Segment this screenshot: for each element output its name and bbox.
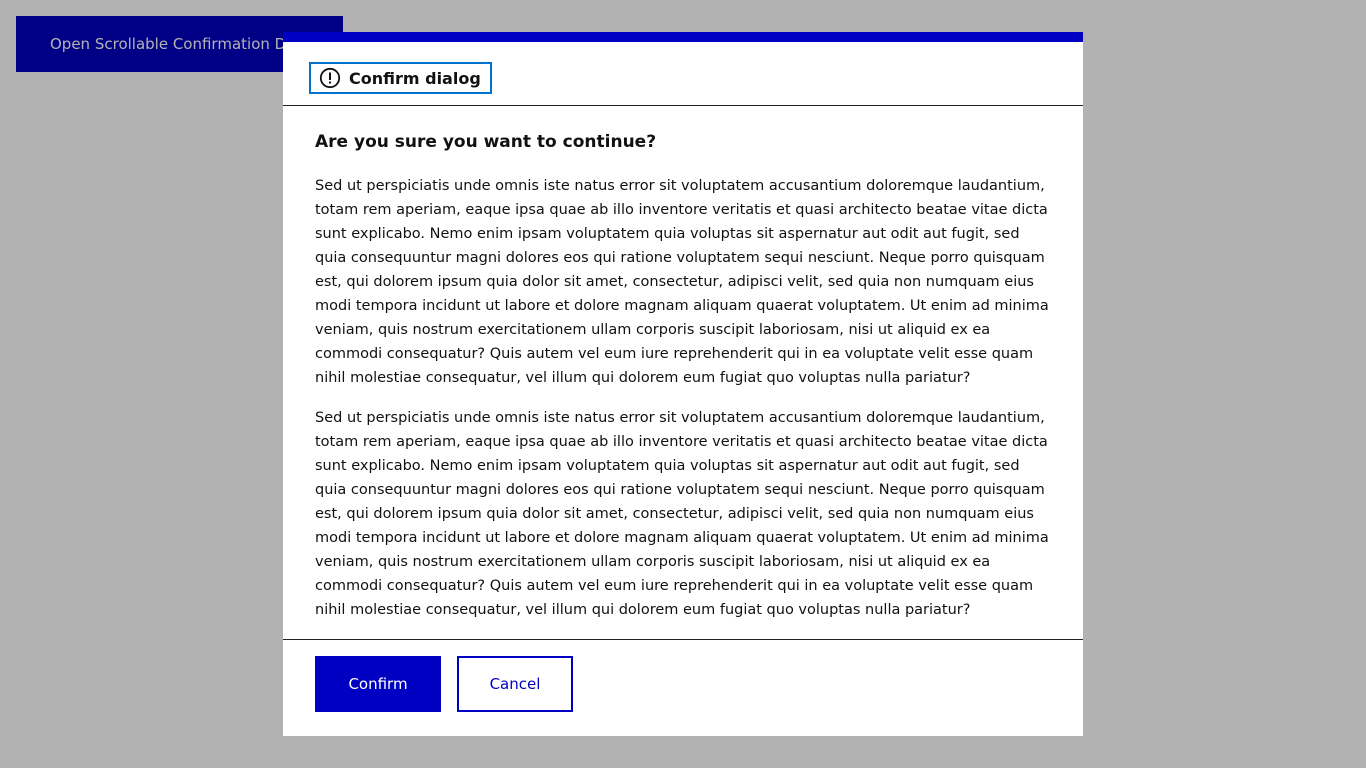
dialog-header: Confirm dialog [283,42,1083,106]
dialog-title-text: Confirm dialog [349,68,481,88]
dialog-title: Confirm dialog [309,62,492,94]
dialog-question: Are you sure you want to continue? [315,132,657,152]
dialog-paragraph: Sed ut perspiciatis unde omnis iste natu… [315,178,1049,386]
dialog-footer: Confirm Cancel [283,639,1083,736]
confirm-button[interactable]: Confirm [315,656,441,712]
confirm-dialog: Confirm dialog Are you sure you want to … [283,32,1083,736]
dialog-paragraph: Sed ut perspiciatis unde omnis iste natu… [315,410,1049,618]
alert-circle-icon [319,67,341,89]
cancel-button[interactable]: Cancel [457,656,573,712]
dialog-scrollable-body[interactable]: Are you sure you want to continue? Sed u… [283,106,1083,639]
